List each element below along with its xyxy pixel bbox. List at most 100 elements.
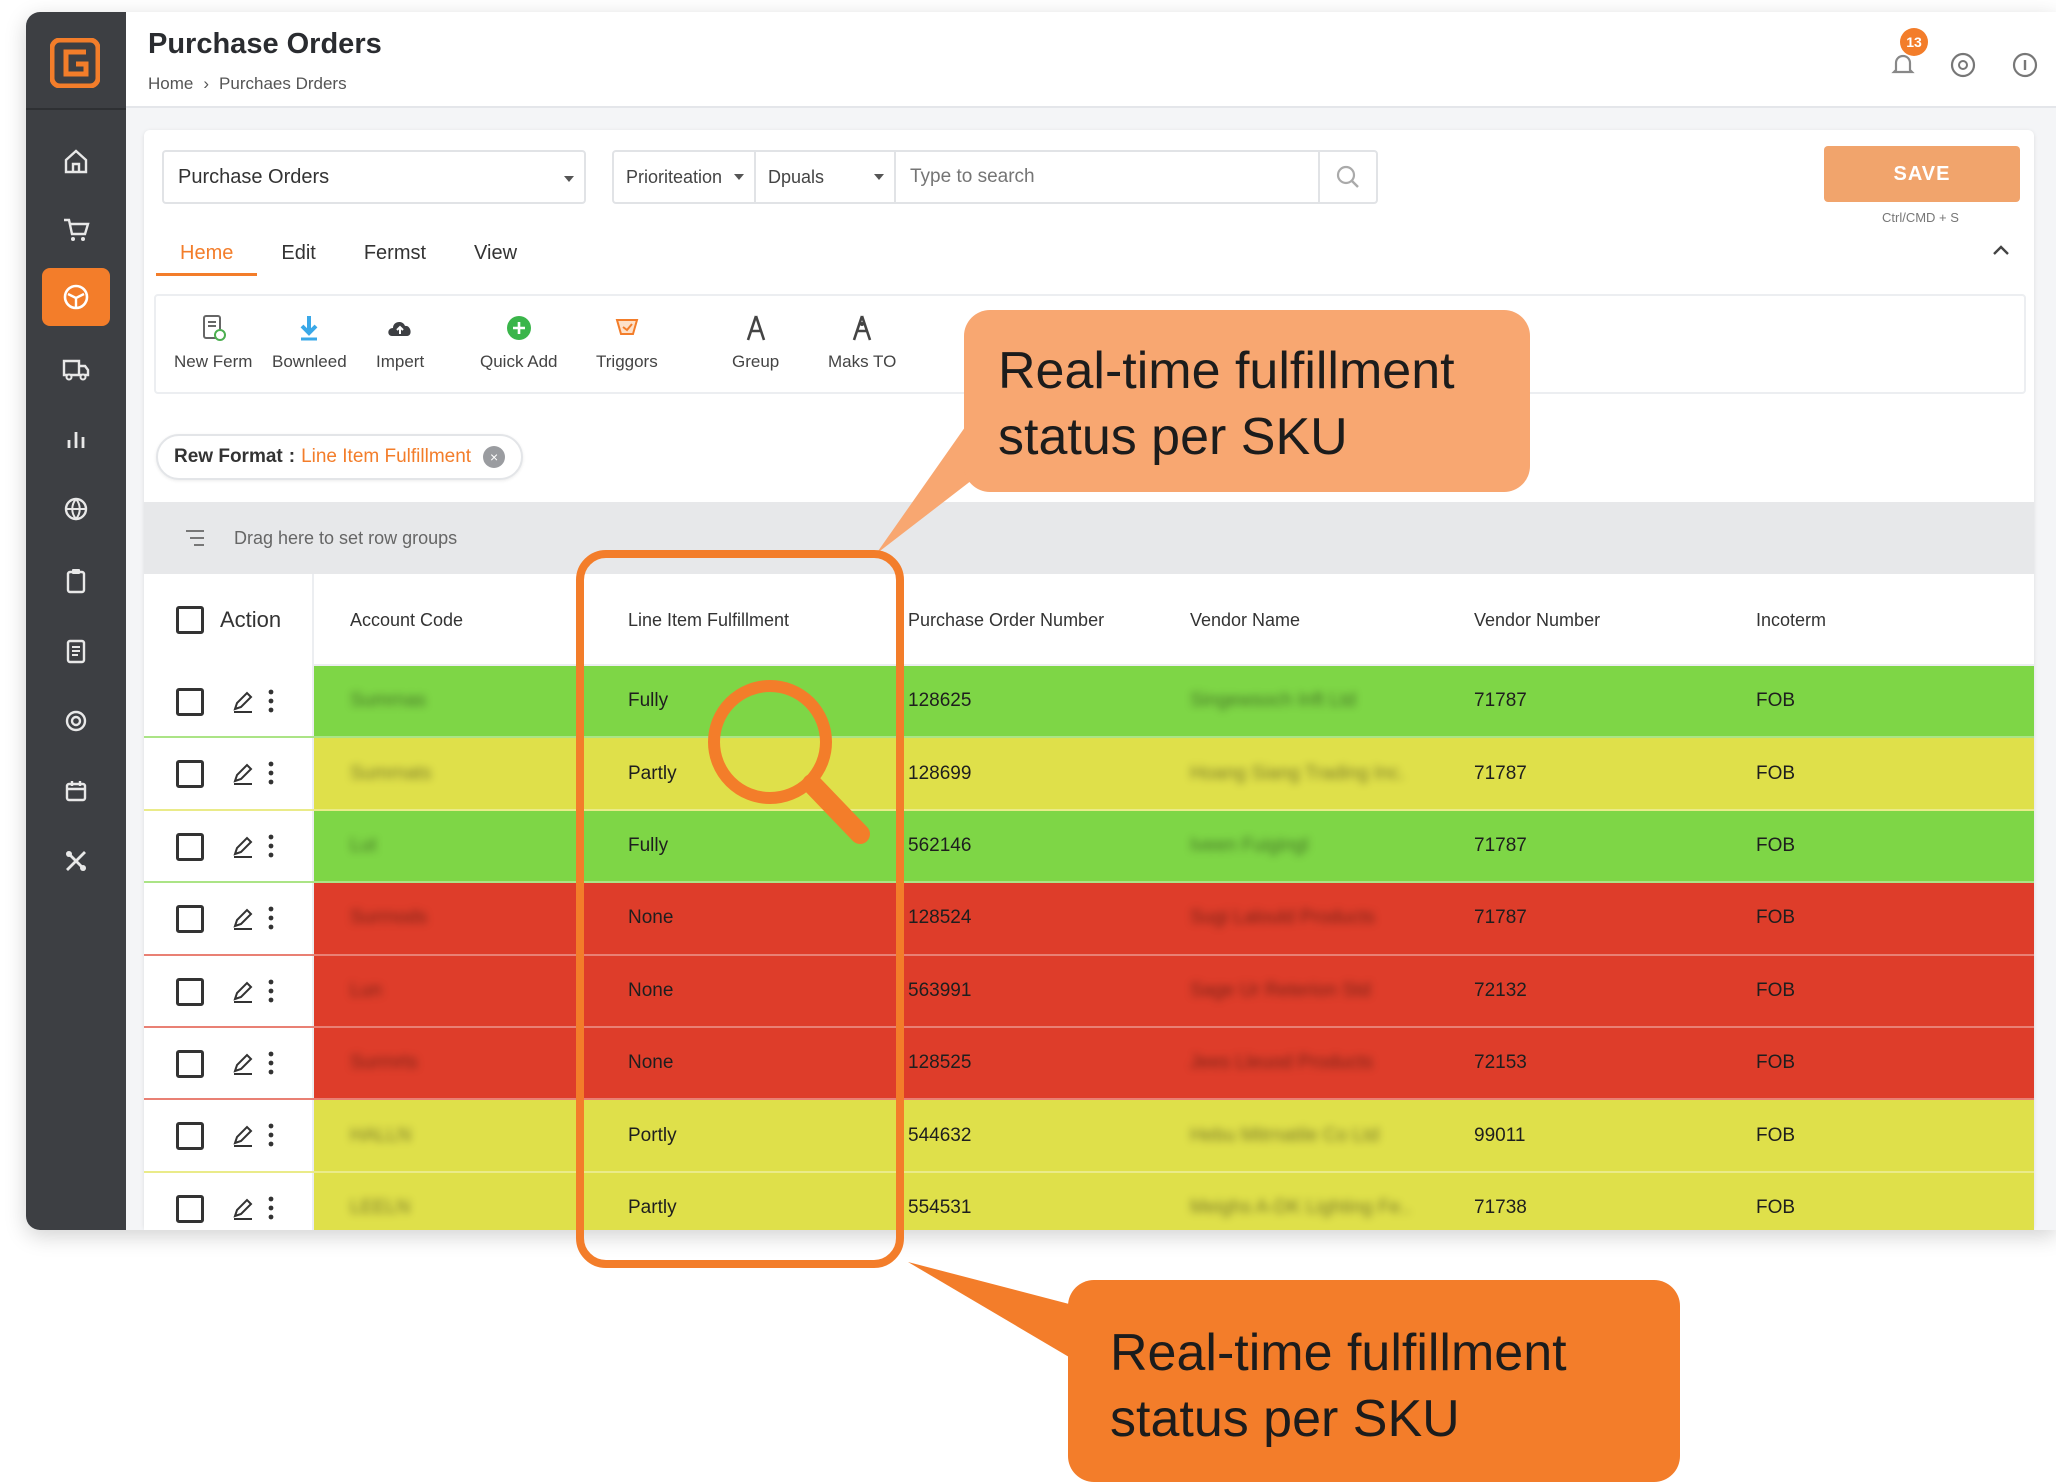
nav-reports[interactable] [42,410,110,468]
table-row[interactable]: HALLN Portly 544632 Hebu Mitrnatile Co Ltd 9… [144,1100,2034,1173]
select-all-checkbox[interactable] [176,606,204,634]
row-checkbox[interactable] [176,760,204,789]
make-to-icon [852,315,872,341]
cell-po-number: 562146 [908,834,972,856]
row-group-dropzone[interactable]: Drag here to set row groups [144,502,2034,574]
row-checkbox[interactable] [176,1049,204,1078]
nav-home[interactable] [42,132,110,190]
edit-icon[interactable] [230,905,256,931]
more-options-icon[interactable] [266,686,276,716]
cell-po-number: 128625 [908,690,972,712]
nav-clipboard[interactable] [42,552,110,610]
column-header-po-number[interactable]: Purchase Order Number [908,574,1104,666]
make-to-button[interactable]: Maks TO [828,312,896,372]
row-checkbox[interactable] [176,688,204,716]
filter-select-1[interactable]: Prioriteation [614,152,756,202]
column-header-account-code[interactable]: Account Code [350,574,463,666]
cell-account-code: Lun [350,979,382,1001]
cell-account-code: Surrnods [350,907,428,929]
tab-format[interactable]: Fermst [340,236,450,276]
row-format-value: Line Item Fulfillment [301,446,472,467]
more-options-icon[interactable] [266,758,276,788]
edit-icon[interactable] [230,978,256,1004]
edit-icon[interactable] [230,1050,256,1076]
quick-add-button[interactable]: Quick Add [480,312,558,372]
breadcrumb-home[interactable]: Home [148,74,193,94]
nav-global[interactable] [42,480,110,538]
row-checkbox[interactable] [176,832,204,861]
download-button[interactable]: Bownleed [272,312,347,372]
cell-vendor-name: Hebu Mitrnatile Co Ltd [1190,1124,1380,1146]
cell-vendor-name: Iveen Fuigingl [1190,834,1309,856]
info-icon[interactable] [2010,50,2040,80]
edit-icon[interactable] [230,760,256,786]
triggers-label: Triggors [596,352,658,371]
edit-icon[interactable] [230,1195,256,1221]
new-form-button[interactable]: New Ferm [174,312,252,372]
cell-account-code: LEELN [350,1196,411,1218]
remove-icon[interactable]: × [483,446,506,468]
table-row[interactable]: Surrnods None 128524 Sugi Lalould Products 7… [144,883,2034,956]
callout-top: Real-time fulfillment status per SKU [964,310,1530,492]
cell-account-code: HALLN [350,1124,412,1146]
cell-incoterm: FOB [1756,690,1796,712]
magnifier-icon [708,680,870,844]
more-options-icon[interactable] [266,1048,276,1078]
row-checkbox[interactable] [176,905,204,934]
nav-products[interactable] [42,268,110,326]
edit-icon[interactable] [230,1122,256,1148]
help-icon[interactable] [1948,50,1978,80]
row-checkbox[interactable] [176,1194,204,1223]
view-select[interactable]: Purchase Orders [162,150,586,204]
column-header-vendor-name[interactable]: Vendor Name [1190,574,1300,666]
row-format-chip[interactable]: Rew Format : Line Item Fulfillment × [156,434,524,480]
nav-orders[interactable] [42,200,110,258]
tab-edit[interactable]: Edit [257,236,339,276]
table-row[interactable]: Lun None 563991 Sage Ur Reterion Std 72132 FO… [144,955,2034,1028]
callout-bottom-line-2: status per SKU [1110,1390,1460,1448]
nav-shipping[interactable] [42,340,110,398]
search-button[interactable] [1318,152,1376,202]
edit-icon[interactable] [230,688,256,714]
row-checkbox[interactable] [176,1122,204,1151]
group-label: Greup [732,352,780,371]
cell-incoterm: FOB [1756,834,1796,856]
tab-view[interactable]: View [450,236,541,276]
chevron-up-icon[interactable] [1988,238,2014,264]
table-row[interactable]: Surrnrts None 128525 Jees Lleuod Products 72… [144,1027,2034,1101]
more-options-icon[interactable] [266,1120,276,1150]
more-options-icon[interactable] [266,831,276,861]
group-button[interactable]: Greup [732,312,779,372]
table-row[interactable]: Lut Fully 562146 Iveen Fuigingl 71787 FOB [144,810,2034,884]
cell-incoterm: FOB [1756,1124,1796,1146]
cell-vendor-name: Singewsoch Inft Ltd [1190,690,1356,712]
search-input[interactable] [896,152,1318,202]
save-button[interactable]: SAVE [1824,146,2020,202]
row-checkbox[interactable] [176,977,204,1006]
box-icon [63,284,89,310]
nav-tools[interactable] [42,832,110,890]
globe-icon [64,497,88,521]
import-button[interactable]: Impert [376,312,424,372]
table-row[interactable]: Sumrnas Fully 128625 Singewsoch Inft Ltd 717… [144,666,2034,739]
edit-icon[interactable] [230,833,256,859]
app-window: Purchase Orders Home › Purchaes Drders 1… [26,12,2056,1230]
breadcrumb-current: Purchaes Drders [219,74,347,93]
quick-add-icon [506,316,531,340]
more-options-icon[interactable] [266,903,276,933]
cell-vendor-name: Jees Lleuod Products [1190,1052,1373,1074]
table-row[interactable]: LEELN Partly 554531 Meighs A-DK Lighting Fe… [144,1172,2034,1230]
nav-documents[interactable] [42,622,110,680]
clipboard-icon [66,569,86,594]
more-options-icon[interactable] [266,976,276,1006]
cell-account-code: Lut [350,834,377,856]
filter-select-2[interactable]: Dpuals [756,152,896,202]
nav-settings[interactable] [42,692,110,750]
column-header-incoterm[interactable]: Incoterm [1756,574,1826,666]
table-row[interactable]: Sumrnats Partly 128699 Hoang Siang Trading … [144,738,2034,811]
column-header-vendor-number[interactable]: Vendor Number [1474,574,1600,666]
tab-home[interactable]: Heme [156,236,258,276]
more-options-icon[interactable] [266,1193,276,1223]
triggers-button[interactable]: Triggors [596,312,658,372]
nav-calendar[interactable] [42,762,110,820]
